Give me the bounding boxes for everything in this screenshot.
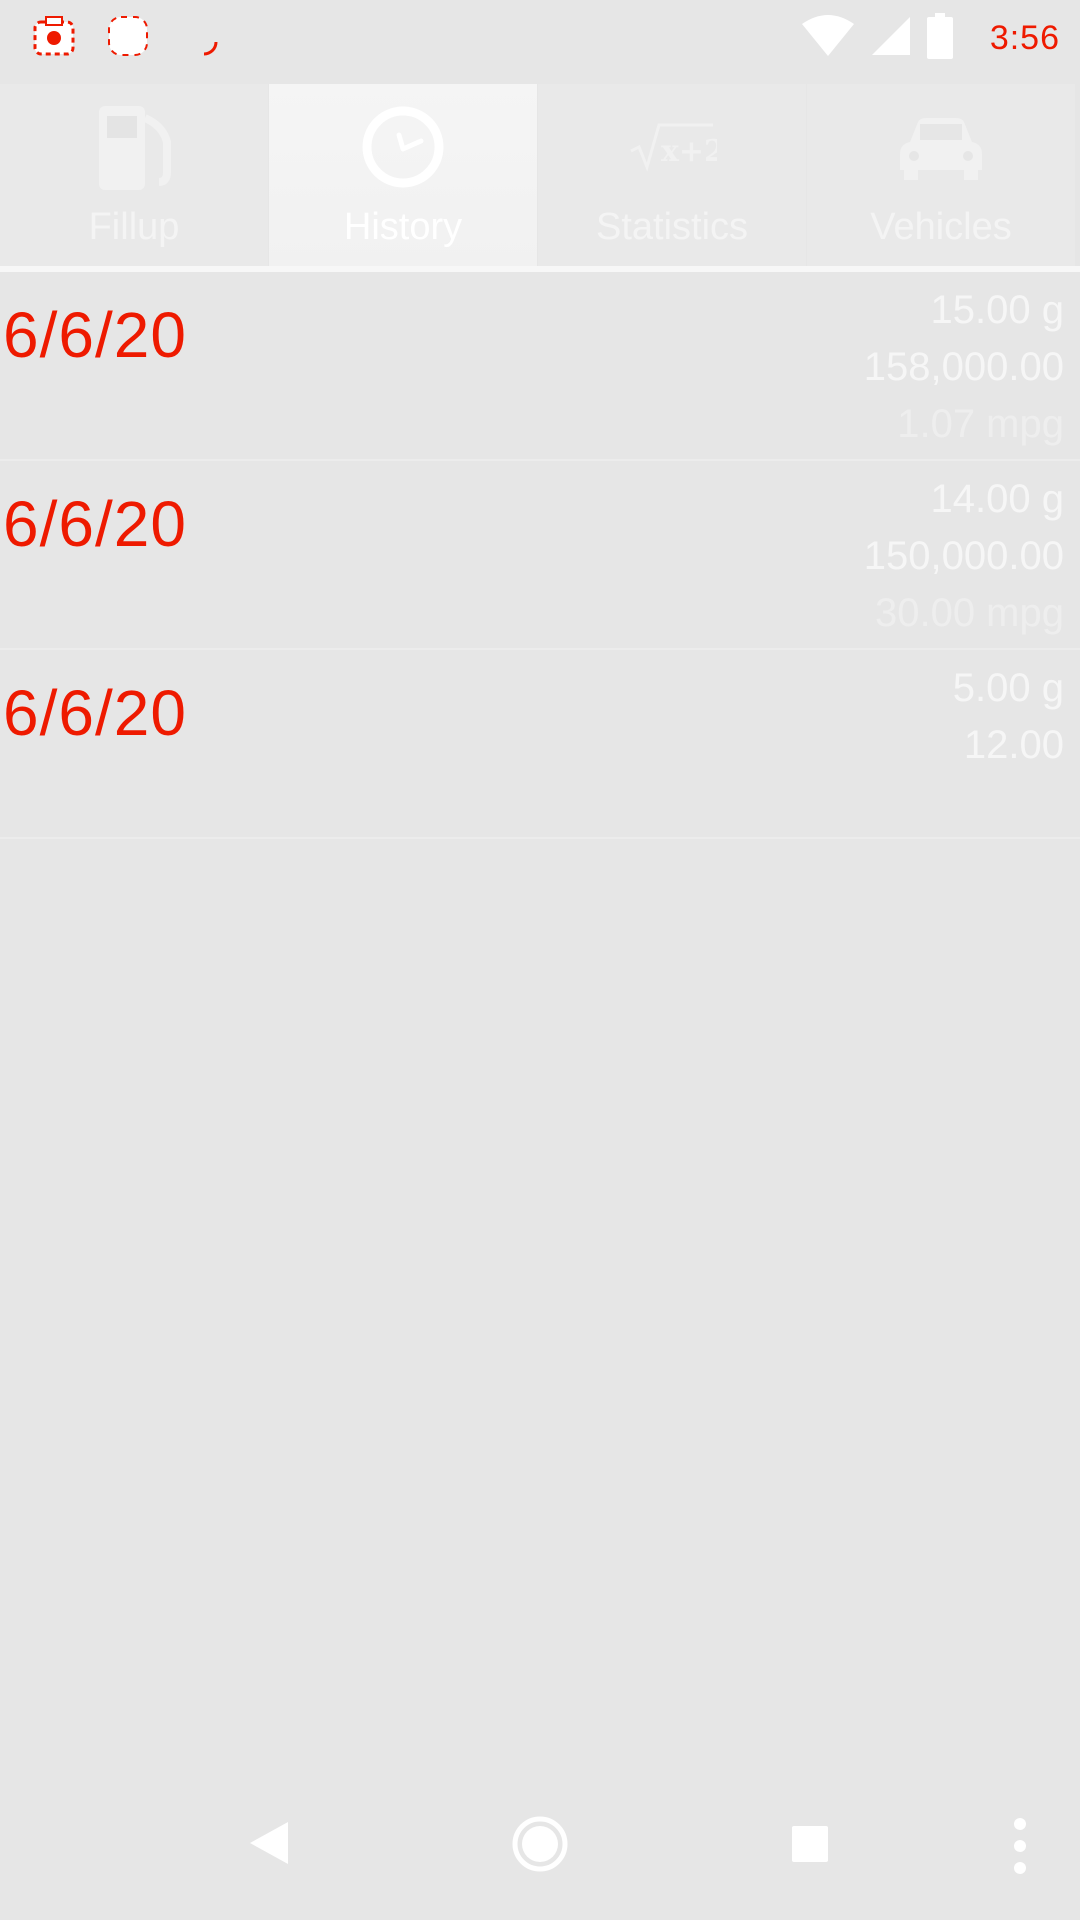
gallons-value: 5.00 g bbox=[952, 666, 1064, 710]
circle-app-icon bbox=[106, 14, 150, 58]
wifi-icon bbox=[800, 14, 856, 63]
list-item[interactable]: 6/6/20 14.00 g 150,000.00 30.00 mpg bbox=[0, 461, 1080, 650]
camera-icon bbox=[32, 14, 76, 58]
history-list: 6/6/20 15.00 g 158,000.00 1.07 mpg 6/6/2… bbox=[0, 272, 1080, 839]
list-item[interactable]: 6/6/20 5.00 g 12.00 bbox=[0, 650, 1080, 839]
tab-vehicles[interactable]: Vehicles bbox=[807, 84, 1075, 266]
sync-icon bbox=[182, 14, 226, 58]
mpg-value: 30.00 mpg bbox=[874, 591, 1064, 635]
tab-label: Statistics bbox=[595, 206, 749, 248]
sqrt-icon: x+2 bbox=[627, 117, 725, 182]
navigation-bar bbox=[0, 1776, 1080, 1920]
gallons-value: 14.00 g bbox=[930, 477, 1064, 521]
odometer-value: 12.00 bbox=[963, 723, 1064, 767]
clock-icon bbox=[359, 103, 447, 196]
gallons-value: 15.00 g bbox=[930, 288, 1064, 332]
fillup-date: 6/6/20 bbox=[3, 677, 187, 749]
status-bar: 3:56 bbox=[0, 0, 1080, 76]
odometer-value: 150,000.00 bbox=[863, 534, 1064, 578]
odometer-value: 158,000.00 bbox=[863, 345, 1064, 389]
tab-bar: Fillup History x+2 Statistics Vehicles bbox=[0, 84, 1080, 272]
fillup-date: 6/6/20 bbox=[3, 299, 187, 371]
tab-label: History bbox=[343, 206, 463, 248]
battery-icon bbox=[926, 12, 954, 64]
fuel-pump-icon bbox=[89, 102, 179, 197]
recents-icon[interactable] bbox=[790, 1824, 830, 1869]
tab-history[interactable]: History bbox=[269, 84, 537, 266]
car-icon bbox=[896, 112, 986, 187]
tab-statistics[interactable]: x+2 Statistics bbox=[538, 84, 806, 266]
tab-label: Fillup bbox=[88, 206, 180, 248]
tab-fillup[interactable]: Fillup bbox=[0, 84, 268, 266]
svg-text:x+2: x+2 bbox=[661, 134, 717, 169]
home-icon[interactable] bbox=[512, 1816, 568, 1877]
signal-icon bbox=[870, 15, 912, 62]
back-icon[interactable] bbox=[248, 1820, 290, 1871]
status-time: 3:56 bbox=[989, 18, 1060, 57]
mpg-value: 1.07 mpg bbox=[897, 402, 1064, 446]
fillup-date: 6/6/20 bbox=[3, 488, 187, 560]
more-options-icon[interactable] bbox=[1010, 1816, 1030, 1881]
list-item[interactable]: 6/6/20 15.00 g 158,000.00 1.07 mpg bbox=[0, 272, 1080, 461]
tab-label: Vehicles bbox=[870, 206, 1012, 248]
